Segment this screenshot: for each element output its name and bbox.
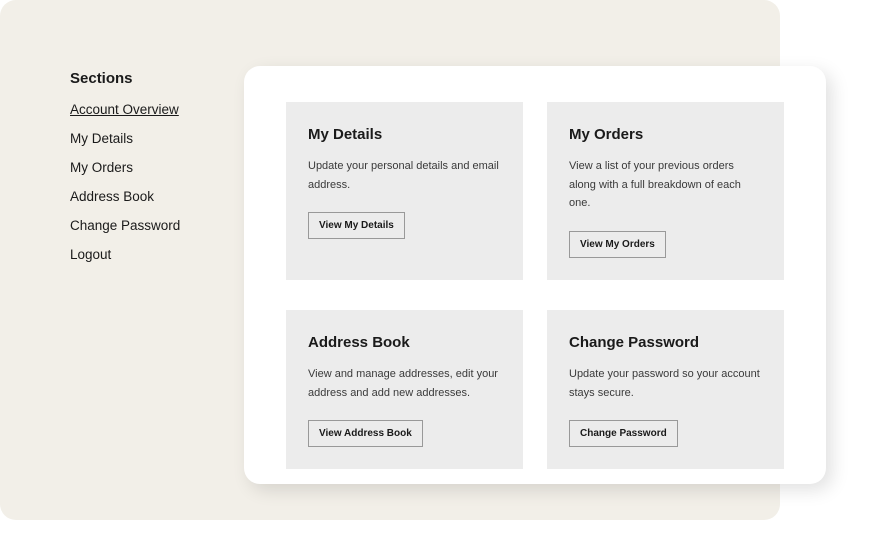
card-description: Update your personal details and email a… [308,157,501,194]
card-description: View and manage addresses, edit your add… [308,365,501,402]
card-title: My Orders [569,126,762,143]
view-my-details-button[interactable]: View My Details [308,212,405,239]
card-address-book: Address Book View and manage addresses, … [286,310,523,469]
main-panel: My Details Update your personal details … [244,66,826,484]
card-title: Address Book [308,334,501,351]
sidebar-item-my-orders[interactable]: My Orders [70,160,133,175]
sidebar: Sections Account Overview My Details My … [70,70,220,275]
sidebar-item-account-overview[interactable]: Account Overview [70,102,179,117]
card-title: My Details [308,126,501,143]
card-my-orders: My Orders View a list of your previous o… [547,102,784,280]
sidebar-item-logout[interactable]: Logout [70,247,111,262]
sidebar-item-change-password[interactable]: Change Password [70,218,180,233]
view-my-orders-button[interactable]: View My Orders [569,231,666,258]
change-password-button[interactable]: Change Password [569,420,678,447]
card-description: View a list of your previous orders alon… [569,157,762,213]
card-title: Change Password [569,334,762,351]
card-change-password: Change Password Update your password so … [547,310,784,469]
sidebar-item-address-book[interactable]: Address Book [70,189,154,204]
card-my-details: My Details Update your personal details … [286,102,523,280]
sidebar-title: Sections [70,70,220,87]
card-description: Update your password so your account sta… [569,365,762,402]
view-address-book-button[interactable]: View Address Book [308,420,423,447]
sidebar-item-my-details[interactable]: My Details [70,131,133,146]
card-grid: My Details Update your personal details … [286,102,784,448]
